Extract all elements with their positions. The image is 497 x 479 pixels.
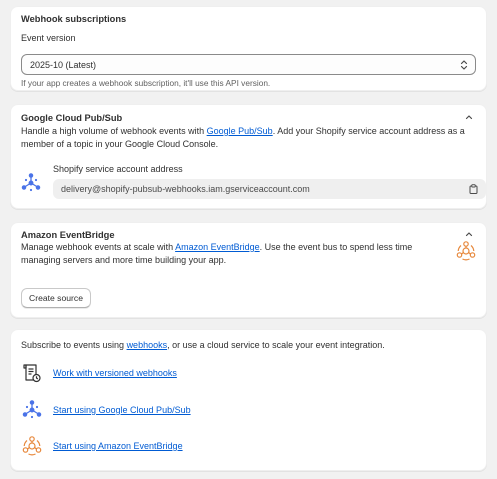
event-version-select[interactable]: 2025-10 (Latest) [21, 54, 476, 75]
google-pubsub-icon [21, 173, 41, 193]
event-integrations-card: Subscribe to events using webhooks, or u… [10, 329, 487, 471]
amazon-eventbridge-icon [21, 435, 43, 457]
service-account-label: Shopify service account address [53, 164, 183, 174]
google-pubsub-title: Google Cloud Pub/Sub [21, 113, 123, 123]
chevron-up-icon[interactable] [465, 230, 473, 238]
integration-item-google-pubsub: Start using Google Cloud Pub/Sub [21, 399, 191, 421]
desc-text: Handle a high volume of webhook events w… [21, 126, 207, 136]
webhooks-link[interactable]: webhooks [127, 340, 168, 350]
amazon-eventbridge-link[interactable]: Amazon EventBridge [175, 242, 260, 252]
select-updown-icon [460, 59, 468, 73]
event-version-help-text: If your app creates a webhook subscripti… [21, 78, 271, 88]
desc-text: Manage webhook events at scale with [21, 242, 176, 252]
service-account-value: delivery@shopify-pubsub-webhooks.iam.gse… [61, 184, 310, 194]
google-pubsub-start-link[interactable]: Start using Google Cloud Pub/Sub [53, 405, 191, 415]
amazon-eventbridge-description: Manage webhook events at scale with Amaz… [21, 241, 441, 267]
amazon-eventbridge-start-link[interactable]: Start using Amazon EventBridge [53, 441, 183, 451]
google-pubsub-description: Handle a high volume of webhook events w… [21, 125, 476, 151]
webhook-subscriptions-title: Webhook subscriptions [21, 14, 127, 24]
google-pubsub-card: Google Cloud Pub/Sub Handle a high volum… [10, 104, 487, 209]
google-pubsub-icon [21, 399, 43, 421]
amazon-eventbridge-title: Amazon EventBridge [21, 230, 115, 240]
amazon-eventbridge-icon [455, 240, 477, 262]
webhook-subscriptions-card: Webhook subscriptions Event version 2025… [10, 6, 487, 91]
desc-text: Subscribe to events using [21, 340, 127, 350]
desc-text: , or use a cloud service to scale your e… [167, 340, 385, 350]
scroll-document-icon [21, 362, 43, 384]
versioned-webhooks-link[interactable]: Work with versioned webhooks [53, 368, 177, 378]
event-version-label: Event version [21, 33, 76, 43]
amazon-eventbridge-card: Amazon EventBridge Manage webhook events… [10, 222, 487, 318]
integrations-description: Subscribe to events using webhooks, or u… [21, 340, 385, 350]
integration-item-versioned-webhooks: Work with versioned webhooks [21, 362, 177, 384]
clipboard-icon[interactable] [469, 184, 478, 196]
event-version-value: 2025-10 (Latest) [30, 59, 97, 70]
integration-item-amazon-eventbridge: Start using Amazon EventBridge [21, 435, 183, 457]
create-source-button[interactable]: Create source [21, 288, 91, 308]
chevron-up-icon[interactable] [465, 113, 473, 121]
google-pubsub-link[interactable]: Google Pub/Sub [207, 126, 273, 136]
service-account-field[interactable]: delivery@shopify-pubsub-webhooks.iam.gse… [53, 179, 486, 199]
